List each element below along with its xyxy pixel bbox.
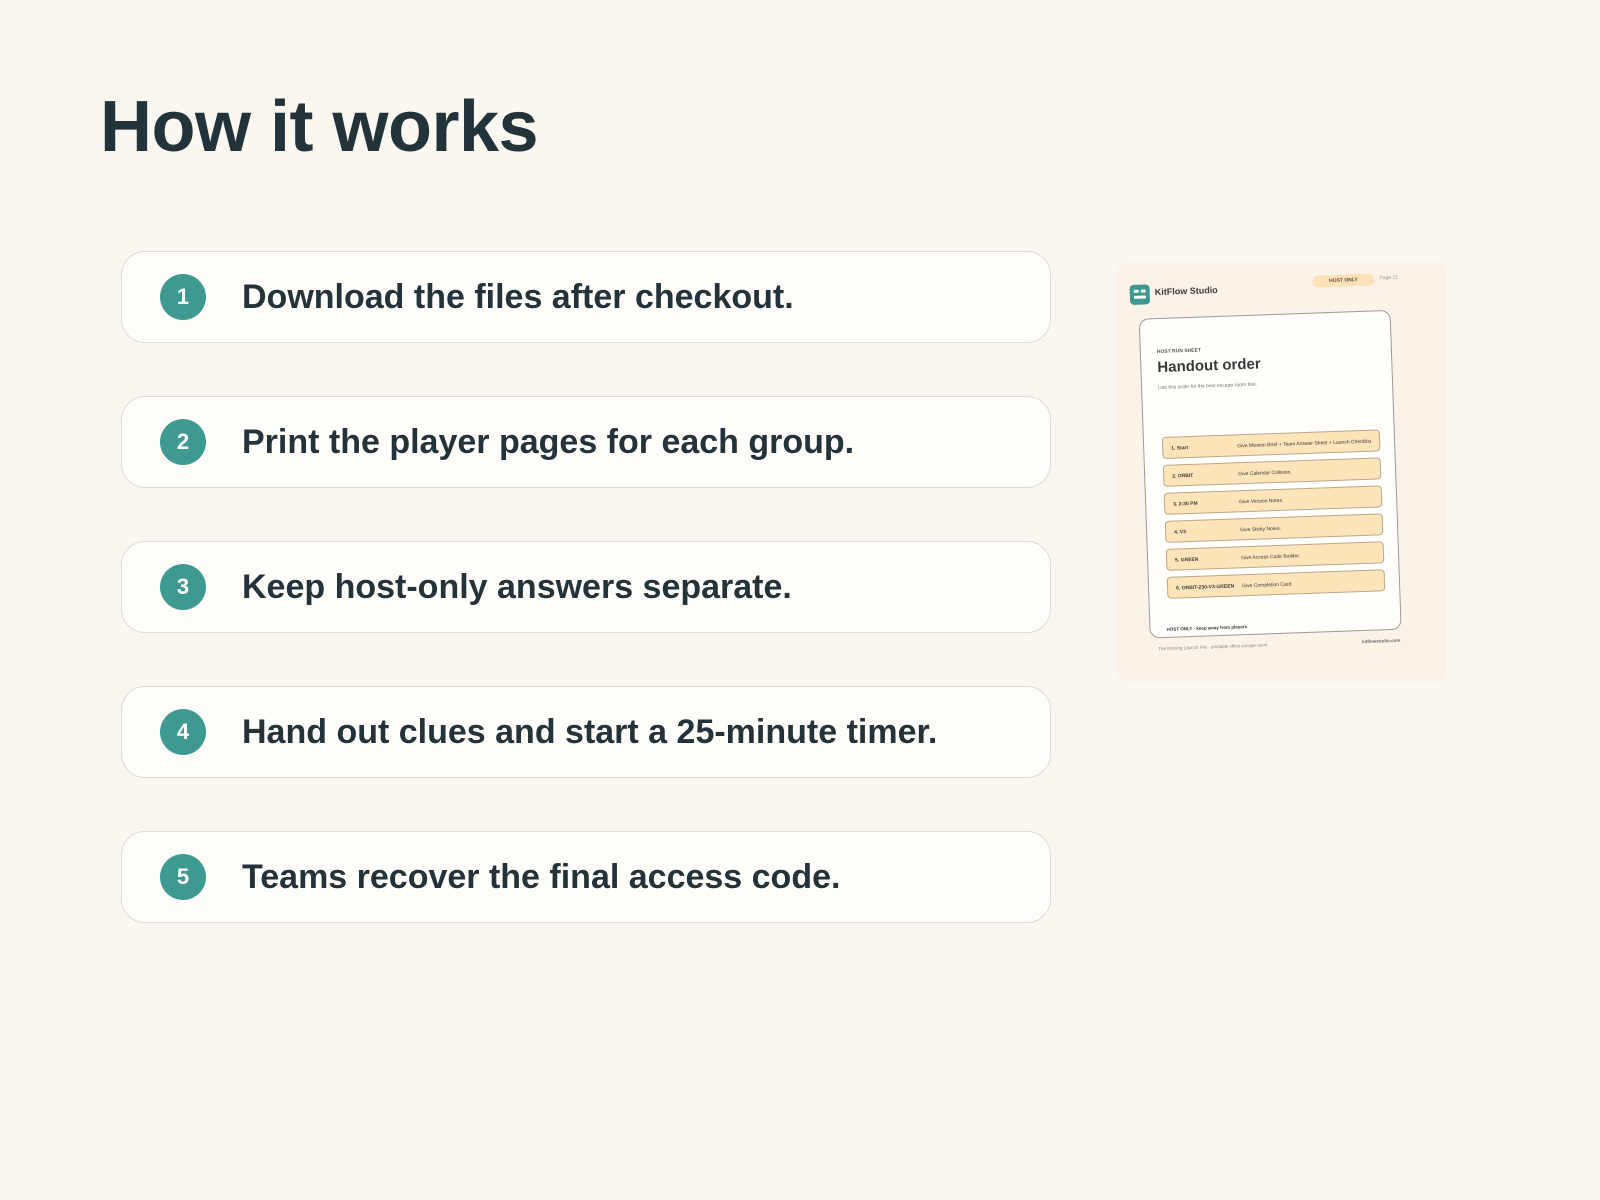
step-card: 5 Teams recover the final access code.: [121, 831, 1051, 923]
sheet-footer-right: kitflowstudio.com: [1361, 637, 1401, 645]
handout-row: 5. GREEN Give Access Code Builder.: [1165, 541, 1385, 571]
page-number: Page 11: [1379, 274, 1398, 282]
handout-action: Give Calendar Collision.: [1238, 469, 1292, 478]
handout-step: 2. ORBIT: [1172, 472, 1194, 480]
handout-row: 4. V3 Give Sticky Notes.: [1164, 513, 1384, 543]
page-title: How it works: [100, 87, 539, 167]
handout-step: 5. GREEN: [1175, 556, 1199, 564]
host-run-sheet: KitFlow Studio HOST ONLY Page 11 HOST RU…: [1129, 269, 1422, 669]
step-number-badge: 3: [160, 564, 206, 610]
step-text: Hand out clues and start a 25-minute tim…: [242, 712, 938, 751]
sheet-subtitle: Use this order for the best escape-room …: [1157, 381, 1258, 392]
handout-step: 3. 2:30 PM: [1173, 500, 1198, 508]
step-card: 1 Download the files after checkout.: [121, 251, 1051, 343]
handout-step: 6. ORBIT-230-V3-GREEN: [1176, 583, 1235, 592]
step-card: 3 Keep host-only answers separate.: [121, 541, 1051, 633]
handout-row: 1. Start Give Mission Brief + Team Answe…: [1161, 429, 1381, 459]
step-number-badge: 4: [160, 709, 206, 755]
step-text: Download the files after checkout.: [242, 277, 794, 316]
handout-action: Give Version Notes.: [1239, 497, 1284, 506]
handout-step: 1. Start: [1171, 445, 1189, 452]
step-number-badge: 5: [160, 854, 206, 900]
sheet-card: HOST RUN SHEET Handout order Use this or…: [1138, 309, 1402, 639]
step-number-badge: 1: [160, 274, 206, 320]
step-card: 4 Hand out clues and start a 25-minute t…: [121, 686, 1051, 778]
sheet-header: KitFlow Studio HOST ONLY Page 11: [1129, 270, 1400, 309]
handout-action: Give Sticky Notes.: [1240, 525, 1282, 534]
handout-action: Give Completion Card.: [1241, 581, 1293, 590]
host-only-badge: HOST ONLY: [1312, 273, 1375, 288]
step-text: Print the player pages for each group.: [242, 422, 855, 461]
handout-row: 3. 2:30 PM Give Version Notes.: [1163, 485, 1383, 515]
handout-row: 6. ORBIT-230-V3-GREEN Give Completion Ca…: [1166, 569, 1386, 599]
step-text: Keep host-only answers separate.: [242, 567, 792, 606]
step-text: Teams recover the final access code.: [242, 857, 841, 896]
handout-action: Give Access Code Builder.: [1240, 553, 1301, 562]
handout-order-list: 1. Start Give Mission Brief + Team Answe…: [1161, 429, 1386, 605]
step-number-badge: 2: [160, 419, 206, 465]
handout-row: 2. ORBIT Give Calendar Collision.: [1162, 457, 1382, 487]
sheet-label: HOST RUN SHEET: [1156, 347, 1202, 356]
brand-logo-icon: [1129, 284, 1151, 305]
host-only-note: HOST ONLY - keep away from players: [1166, 624, 1248, 632]
sheet-preview-image: KitFlow Studio HOST ONLY Page 11 HOST RU…: [1116, 262, 1446, 682]
brand-name: KitFlow Studio: [1154, 284, 1218, 298]
handout-step: 4. V3: [1174, 529, 1186, 536]
sheet-footer-left: The Missing Launch File - printable offi…: [1158, 642, 1268, 652]
step-card: 2 Print the player pages for each group.: [121, 396, 1051, 488]
handout-action: Give Mission Brief + Team Answer Sheet +…: [1237, 438, 1373, 450]
sheet-title: Handout order: [1157, 355, 1261, 377]
steps-list: 1 Download the files after checkout. 2 P…: [121, 251, 1051, 976]
